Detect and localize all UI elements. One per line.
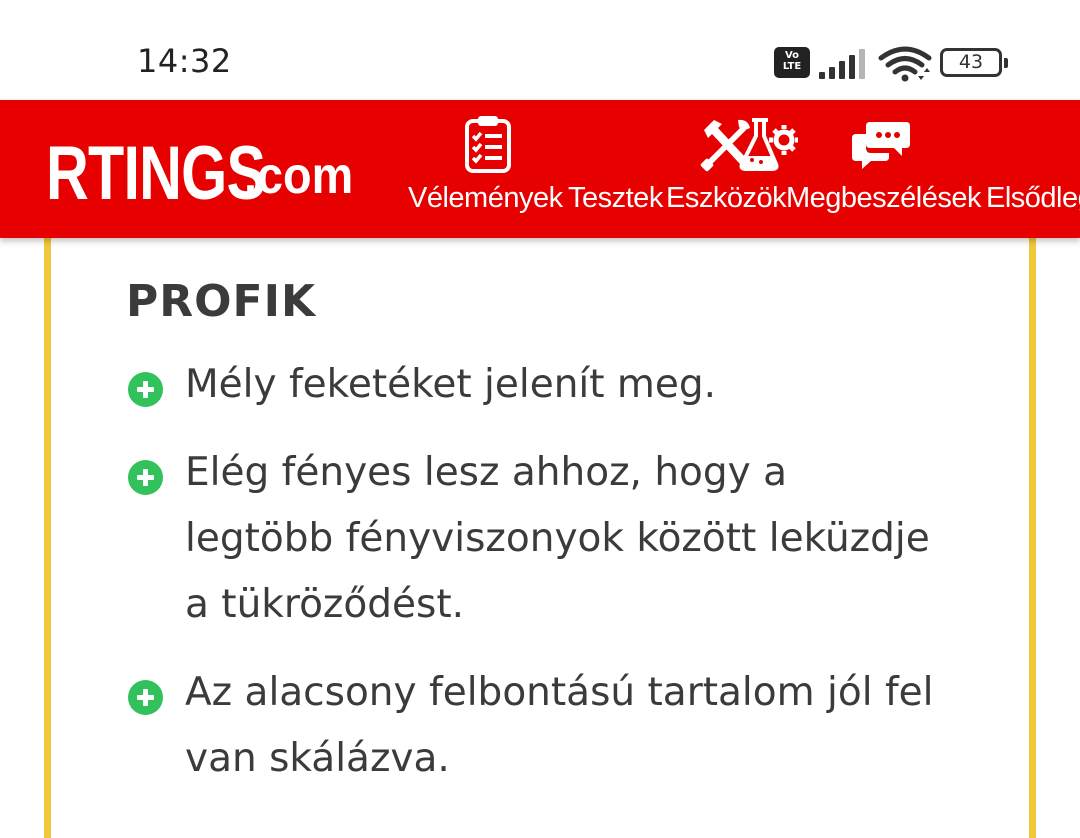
nav-label-tools: Eszközök — [666, 182, 787, 214]
plus-circle-icon — [128, 460, 163, 495]
nav-label-reviews: Vélemények — [408, 182, 563, 214]
battery-level: 43 — [958, 51, 984, 73]
nav-label-discussions: Megbeszélések — [786, 182, 982, 214]
pro-item-text: Mély feketéket jelenít meg. — [185, 362, 717, 407]
logo-main-text: RTINGS — [46, 131, 266, 216]
nav-label-primary: Elsődleges — [986, 182, 1080, 214]
plus-circle-icon — [128, 372, 163, 407]
battery-icon: 43 — [940, 48, 1008, 77]
nav-item-discussions[interactable]: Megbeszélések — [786, 100, 986, 238]
logo-tld-text: .com — [244, 147, 354, 205]
nav-item-tests[interactable]: Tesztek — [568, 100, 798, 238]
signal-strength-icon — [819, 49, 865, 79]
pro-item-text: Az alacsony felbontású tartalom jól fel … — [185, 670, 934, 781]
nav-item-tools[interactable]: Eszközök — [666, 100, 787, 238]
volte-icon: Vo LTE — [774, 47, 810, 78]
wifi-icon — [878, 46, 932, 82]
clipboard-checklist-icon — [458, 116, 518, 173]
status-time: 14:32 — [137, 42, 232, 80]
pros-title: PROFIK — [126, 276, 317, 327]
plus-circle-icon — [128, 680, 163, 715]
rtings-logo[interactable]: RTINGS .com — [46, 130, 353, 217]
pro-item-text: Elég fényes lesz ahhoz, hogy a legtöbb f… — [185, 450, 930, 627]
volte-label-top: Vo — [784, 50, 800, 61]
nav-label-tests: Tesztek — [568, 182, 663, 214]
nav-item-reviews[interactable]: Vélemények — [408, 100, 568, 238]
volte-label-bottom: LTE — [782, 61, 802, 72]
tools-icon — [696, 116, 756, 172]
chat-bubbles-icon — [852, 116, 912, 172]
pros-card: PROFIK Mély feketéket jelenít meg. Elég … — [44, 238, 1036, 838]
nav-items: Vélemények Tesztek Eszközök Megbeszélése… — [408, 100, 1080, 238]
top-navbar: RTINGS .com Vélemények Tesztek Eszközök … — [0, 100, 1080, 238]
status-bar: 14:32 Vo LTE 43 — [0, 0, 1080, 100]
nav-item-primary[interactable]: Elsődleges — [986, 100, 1080, 238]
